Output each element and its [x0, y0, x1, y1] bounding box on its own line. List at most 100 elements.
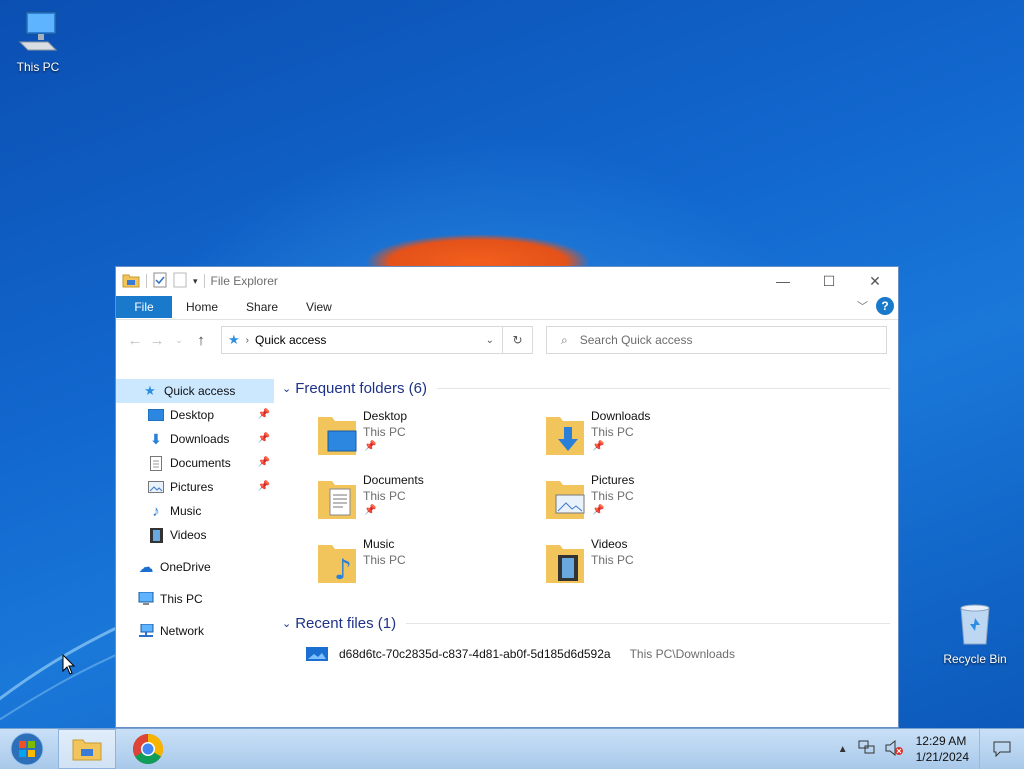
group-header-label: Recent files (1)	[295, 614, 397, 632]
back-arrow-icon[interactable]: ←	[124, 332, 146, 349]
group-header-frequent-folders[interactable]: ⌄ Frequent folders (6)	[276, 376, 898, 400]
refresh-button[interactable]: ↻	[503, 326, 533, 354]
folder-name: Pictures	[591, 473, 635, 487]
folder-tile-music[interactable]: ♪ Music This PC	[316, 535, 536, 591]
sidebar-item-label: This PC	[160, 592, 203, 606]
sidebar-item-this-pc[interactable]: This PC	[116, 587, 274, 611]
properties-icon[interactable]	[153, 272, 167, 291]
svg-text:♪: ♪	[334, 553, 352, 585]
show-hidden-icons-icon[interactable]: ▲	[838, 744, 848, 755]
content-pane: ⌄ Frequent folders (6) Desktop This PC 📌…	[276, 373, 898, 727]
title-bar[interactable]: ▾ File Explorer — ☐ ✕	[116, 267, 898, 295]
breadcrumb-separator-icon: ›	[245, 334, 249, 346]
quick-access-star-icon: ★	[228, 332, 240, 347]
action-center-icon[interactable]	[979, 729, 1024, 769]
breadcrumb-quick-access[interactable]: Quick access	[255, 333, 326, 347]
pin-icon: 📌	[592, 505, 605, 516]
chrome-icon	[132, 734, 164, 765]
taskbar-file-explorer[interactable]	[58, 729, 116, 769]
sidebar-item-pictures[interactable]: Pictures 📌	[116, 475, 274, 499]
sidebar-item-music[interactable]: ♪ Music	[116, 499, 274, 523]
group-header-recent-files[interactable]: ⌄ Recent files (1)	[276, 611, 898, 635]
sidebar-item-label: Music	[170, 504, 202, 518]
start-button[interactable]	[0, 729, 54, 769]
search-input[interactable]: Search Quick access	[580, 333, 693, 347]
computer-icon	[138, 591, 154, 607]
folder-location: This PC	[591, 489, 634, 503]
sidebar-item-network[interactable]: Network	[116, 619, 274, 643]
tab-share[interactable]: Share	[232, 300, 292, 314]
volume-muted-icon[interactable]	[884, 739, 904, 759]
collapse-chevron-icon[interactable]: ⌄	[282, 382, 291, 395]
pin-icon[interactable]: 📌	[258, 481, 270, 492]
document-icon	[148, 455, 164, 471]
sidebar-item-desktop[interactable]: Desktop 📌	[116, 403, 274, 427]
tab-home[interactable]: Home	[172, 300, 232, 314]
folder-tile-downloads[interactable]: Downloads This PC 📌	[544, 407, 764, 463]
computer-icon	[14, 8, 62, 56]
address-dropdown-chevron-icon[interactable]: ⌄	[486, 335, 494, 346]
sidebar-item-documents[interactable]: Documents 📌	[116, 451, 274, 475]
recent-locations-chevron-icon[interactable]: ⌄	[168, 335, 190, 346]
file-explorer-window: ▾ File Explorer — ☐ ✕ File Home Share Vi…	[115, 266, 899, 728]
folder-tile-videos[interactable]: Videos This PC	[544, 535, 764, 591]
sidebar-item-quick-access[interactable]: ★ Quick access	[116, 379, 274, 403]
explorer-app-icon[interactable]	[122, 272, 140, 291]
collapse-chevron-icon[interactable]: ⌄	[282, 617, 291, 630]
pin-icon[interactable]: 📌	[258, 433, 270, 444]
network-icon	[138, 623, 154, 639]
sidebar-item-label: Videos	[170, 528, 207, 542]
pin-icon: 📌	[364, 441, 377, 452]
folder-location: This PC	[363, 425, 406, 439]
pin-icon: 📌	[592, 441, 605, 452]
folder-name: Videos	[591, 537, 628, 551]
tab-file[interactable]: File	[116, 296, 172, 318]
sidebar-item-onedrive[interactable]: ☁ OneDrive	[116, 555, 274, 579]
up-arrow-icon[interactable]: ↑	[190, 332, 212, 349]
pin-icon[interactable]: 📌	[258, 457, 270, 468]
film-icon	[148, 527, 164, 543]
cloud-icon: ☁	[138, 559, 154, 576]
forward-arrow-icon[interactable]: →	[146, 332, 168, 349]
refresh-icon: ↻	[512, 333, 523, 347]
minimize-button[interactable]: —	[760, 267, 806, 295]
expand-ribbon-chevron-icon[interactable]: ﹀	[857, 298, 868, 314]
folder-tile-pictures[interactable]: Pictures This PC 📌	[544, 471, 764, 527]
sidebar-item-downloads[interactable]: ⬇ Downloads 📌	[116, 427, 274, 451]
desktop-icon-recycle-bin[interactable]: Recycle Bin	[937, 600, 1013, 666]
sidebar-item-label: Pictures	[170, 480, 214, 494]
folder-location: This PC	[363, 553, 406, 567]
maximize-button[interactable]: ☐	[806, 267, 852, 295]
tab-view[interactable]: View	[292, 300, 346, 314]
music-note-icon: ♪	[152, 502, 160, 520]
folder-tile-documents[interactable]: Documents This PC 📌	[316, 471, 536, 527]
sidebar-item-label: Documents	[170, 456, 231, 470]
desktop-icon-this-pc[interactable]: This PC	[0, 8, 76, 74]
help-icon[interactable]: ?	[876, 297, 894, 315]
music-folder-icon: ♪	[318, 545, 356, 585]
pin-icon: 📌	[364, 505, 377, 516]
recent-file-row[interactable]: d68d6tc-70c2835d-c837-4d81-ab0f-5d185d6d…	[306, 643, 888, 665]
sidebar-item-label: Downloads	[170, 432, 230, 446]
close-button[interactable]: ✕	[852, 267, 898, 295]
clock-date: 1/21/2024	[915, 750, 969, 764]
search-icon: ⌕	[561, 332, 568, 347]
customize-toolbar-chevron-icon[interactable]: ▾	[193, 276, 198, 287]
folder-name: Desktop	[363, 409, 408, 423]
pin-icon[interactable]: 📌	[258, 409, 270, 420]
new-folder-icon[interactable]	[173, 272, 187, 291]
network-icon[interactable]	[858, 740, 876, 759]
address-bar[interactable]: ★ › Quick access ⌄	[221, 326, 503, 354]
folder-tile-desktop[interactable]: Desktop This PC 📌	[316, 407, 536, 463]
clock-time: 12:29 AM	[915, 734, 967, 748]
file-explorer-icon	[72, 739, 102, 761]
windows-start-orb-icon	[10, 732, 44, 766]
taskbar-chrome[interactable]	[120, 729, 176, 769]
image-file-icon	[306, 647, 328, 661]
recent-file-name: d68d6tc-70c2835d-c837-4d81-ab0f-5d185d6d…	[339, 647, 611, 661]
desktop-icon-label: This PC	[16, 60, 60, 74]
sidebar-item-videos[interactable]: Videos	[116, 523, 274, 547]
download-arrow-icon: ⬇	[150, 430, 162, 447]
clock[interactable]: 12:29 AM 1/21/2024	[916, 733, 969, 765]
search-box[interactable]: ⌕ Search Quick access	[546, 326, 887, 354]
